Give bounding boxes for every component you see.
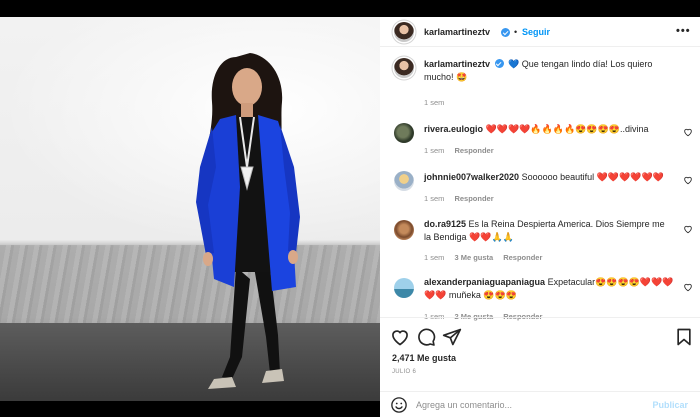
comment-avatar[interactable] (394, 171, 414, 191)
caption-time[interactable]: 1 sem (424, 98, 444, 107)
author-username[interactable]: karlamartineztv (424, 27, 490, 37)
comment-like-heart-icon[interactable] (683, 175, 693, 185)
comment-icon[interactable] (416, 327, 436, 347)
caption-username[interactable]: karlamartineztv (424, 59, 490, 69)
caption: karlamartineztv 💙 Que tengan lindo día! … (424, 58, 676, 84)
bookmark-icon[interactable] (674, 327, 694, 347)
comment-like-heart-icon[interactable] (683, 127, 693, 137)
comments-list[interactable]: karlamartineztv 💙 Que tengan lindo día! … (380, 48, 700, 331)
comment: rivera.eulogio ❤️❤️❤️❤️🔥🔥🔥🔥😍😍😍😍..divina (424, 123, 674, 136)
comment-avatar[interactable] (394, 123, 414, 143)
likes-count[interactable]: 2,471 Me gusta (392, 353, 456, 363)
comment-time[interactable]: 1 sem (424, 253, 444, 262)
comment-like-heart-icon[interactable] (683, 282, 693, 292)
heart-icon[interactable] (390, 327, 410, 347)
post-header: karlamartineztv • Seguir ••• (380, 17, 700, 47)
comment-composer: Publicar (380, 391, 700, 417)
comment-text: ❤️❤️❤️❤️🔥🔥🔥🔥😍😍😍😍..divina (485, 124, 649, 134)
comment-avatar[interactable] (394, 220, 414, 240)
caption-meta: 1 sem (424, 98, 454, 107)
woman-figure (196, 53, 300, 389)
post-side-panel: karlamartineztv • Seguir ••• karlamartin… (380, 17, 700, 417)
header-separator: • (514, 27, 518, 37)
follow-button[interactable]: Seguir (522, 27, 550, 37)
more-icon[interactable]: ••• (676, 25, 691, 37)
comment-username[interactable]: rivera.eulogio (424, 124, 483, 134)
reply-button[interactable]: Responder (503, 253, 542, 262)
caption-verified-badge-icon (494, 59, 504, 68)
post-actions: 2,471 Me gusta JULIO 6 Publicar (380, 317, 700, 417)
comment: do.ra9125 Es la Reina Despierta America.… (424, 218, 674, 244)
comment-likes[interactable]: 3 Me gusta (454, 253, 493, 262)
publish-button[interactable]: Publicar (652, 400, 688, 410)
photo-pane (0, 0, 380, 417)
comment-username[interactable]: alexanderpaniaguapaniagua (424, 277, 545, 287)
verified-badge-icon (501, 28, 510, 37)
comment-meta: 1 sem Responder (424, 194, 504, 203)
comment-avatar[interactable] (394, 278, 414, 298)
comment-input[interactable] (416, 396, 636, 414)
share-icon[interactable] (442, 327, 462, 347)
smiley-icon[interactable] (390, 396, 408, 414)
author-avatar[interactable] (394, 22, 414, 42)
comment-time[interactable]: 1 sem (424, 146, 444, 155)
comment: alexanderpaniaguapaniagua Expetacular😍😍😍… (424, 276, 676, 302)
reply-button[interactable]: Responder (454, 146, 493, 155)
caption-avatar[interactable] (394, 58, 414, 78)
comment-meta: 1 sem 3 Me gusta Responder (424, 253, 552, 262)
comment-username[interactable]: do.ra9125 (424, 219, 466, 229)
comment-text: Soooooo beautiful ❤️❤️❤️❤️❤️❤️ (521, 172, 664, 182)
comment-meta: 1 sem Responder (424, 146, 504, 155)
comment: johnnie007walker2020 Soooooo beautiful ❤… (424, 171, 674, 184)
comment-like-heart-icon[interactable] (683, 224, 693, 234)
reply-button[interactable]: Responder (454, 194, 493, 203)
post-date[interactable]: JULIO 6 (392, 369, 416, 375)
comment-time[interactable]: 1 sem (424, 194, 444, 203)
post-photo[interactable] (0, 17, 380, 401)
comment-username[interactable]: johnnie007walker2020 (424, 172, 519, 182)
